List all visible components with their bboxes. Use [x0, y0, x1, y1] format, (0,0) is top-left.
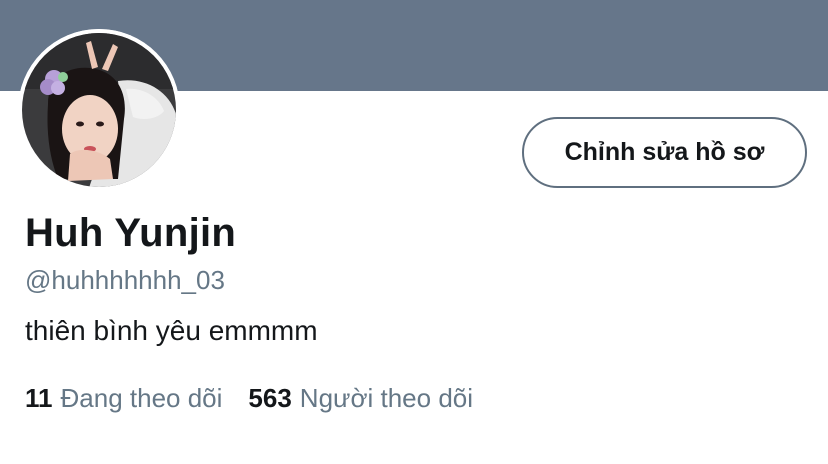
following-label: Đang theo dõi: [60, 383, 223, 413]
profile-bio: thiên bình yêu emmmm: [25, 315, 318, 346]
profile-stats: 11 Đang theo dõi 563 Người theo dõi: [25, 383, 473, 414]
avatar-photo: [18, 29, 180, 191]
profile-name: Huh Yunjin: [25, 211, 237, 255]
avatar[interactable]: [18, 29, 180, 191]
followers-label: Người theo dõi: [299, 383, 474, 413]
following-count: 11: [25, 383, 53, 413]
profile-handle: @huhhhhhhh_03: [25, 265, 225, 295]
followers-count: 563: [248, 383, 292, 413]
following-link[interactable]: 11 Đang theo dõi: [25, 383, 222, 414]
followers-link[interactable]: 563 Người theo dõi: [248, 383, 473, 414]
edit-profile-button[interactable]: Chỉnh sửa hồ sơ: [522, 117, 807, 188]
